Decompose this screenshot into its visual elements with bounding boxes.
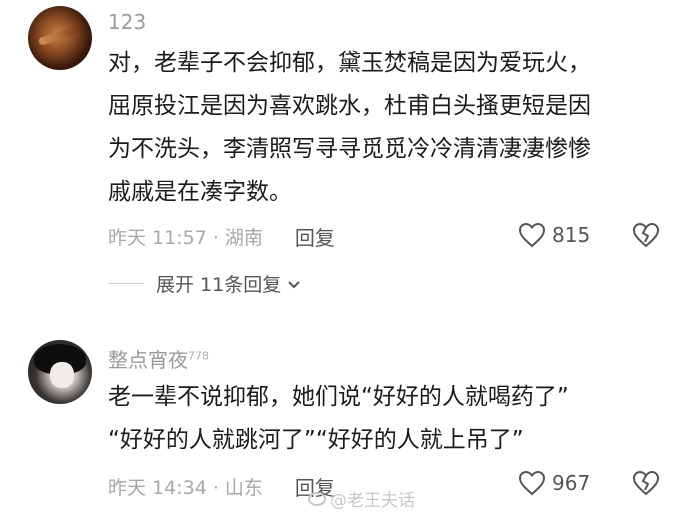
username-badge: 778 bbox=[188, 349, 209, 363]
expand-replies-button[interactable]: 展开 11条回复 bbox=[108, 270, 301, 297]
comment-username[interactable]: 123 bbox=[108, 10, 146, 34]
like-button[interactable]: 967 bbox=[518, 470, 590, 496]
avatar[interactable] bbox=[28, 6, 92, 70]
username-text: 整点宵夜 bbox=[108, 348, 188, 372]
avatar[interactable] bbox=[28, 340, 92, 404]
comment-meta: 昨天 14:34 · 山东 回复 bbox=[108, 472, 335, 501]
expand-replies-label: 展开 11条回复 bbox=[156, 274, 282, 296]
comment-time-location: 昨天 14:34 · 山东 bbox=[108, 477, 263, 499]
watermark: @老王夫话 bbox=[308, 486, 415, 511]
weibo-logo-icon bbox=[308, 491, 326, 506]
comment-text: 对，老辈子不会抑郁，黛玉焚稿是因为爱玩火， 屈原投江是因为喜欢跳水，杜甫白头搔更… bbox=[108, 50, 591, 205]
watermark-text: @老王夫话 bbox=[330, 491, 415, 511]
broken-heart-icon bbox=[632, 222, 660, 248]
reply-button[interactable]: 回复 bbox=[295, 222, 335, 251]
comment-meta: 昨天 11:57 · 湖南 回复 bbox=[108, 222, 335, 251]
heart-icon bbox=[518, 470, 546, 496]
comment-text: 老一辈不说抑郁，她们说“好好的人就喝药了” “好好的人就跳河了”“好好的人就上吊… bbox=[108, 384, 569, 453]
comment-time-location: 昨天 11:57 · 湖南 bbox=[108, 227, 263, 249]
dislike-button[interactable] bbox=[632, 470, 660, 496]
like-button[interactable]: 815 bbox=[518, 222, 590, 248]
comment-username[interactable]: 整点宵夜778 bbox=[108, 344, 209, 373]
divider-line bbox=[108, 283, 144, 284]
avatar-image bbox=[37, 26, 79, 46]
like-count: 815 bbox=[552, 223, 591, 247]
avatar-face bbox=[50, 362, 74, 388]
like-count: 967 bbox=[552, 471, 591, 495]
heart-icon bbox=[518, 222, 546, 248]
chevron-down-icon bbox=[287, 273, 301, 295]
dislike-button[interactable] bbox=[632, 222, 660, 248]
broken-heart-icon bbox=[632, 470, 660, 496]
